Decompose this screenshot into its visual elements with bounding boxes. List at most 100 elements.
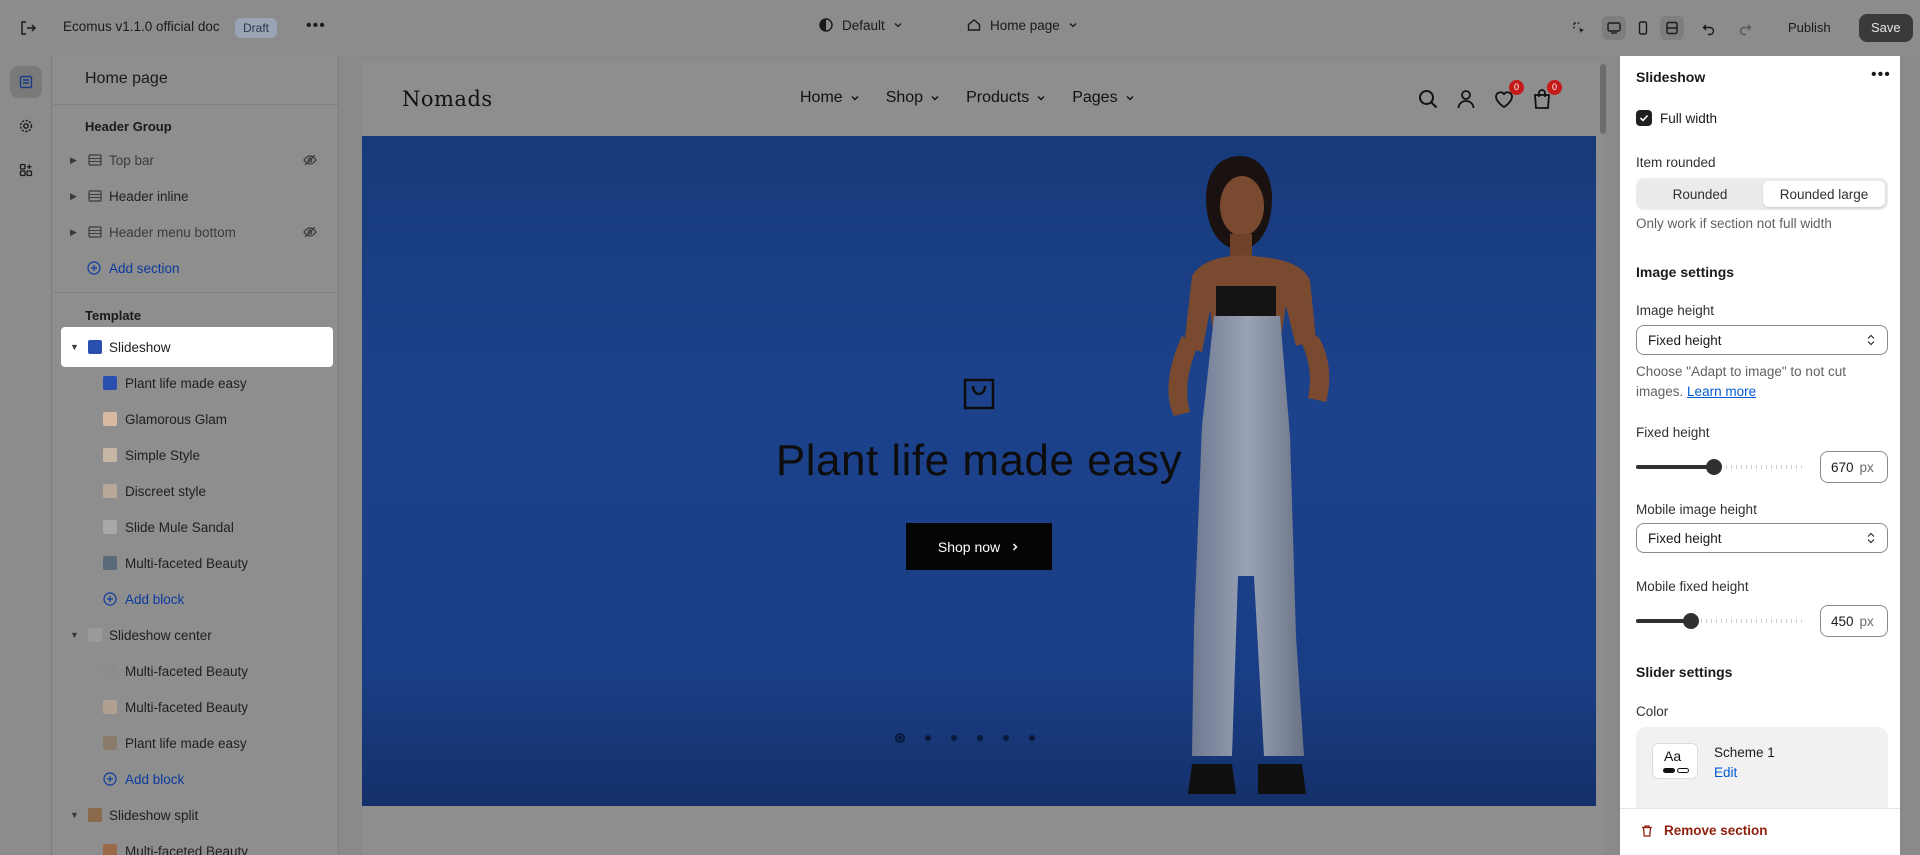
add-section-button[interactable]: Add section: [53, 251, 333, 285]
slide-pagination: [895, 733, 1035, 743]
wishlist-icon[interactable]: 0: [1493, 80, 1524, 110]
hero-slideshow[interactable]: Plant life made easy Shop now: [362, 136, 1596, 806]
input-value: 450: [1831, 613, 1854, 629]
learn-more-link[interactable]: Learn more: [1687, 384, 1756, 399]
full-width-view-icon[interactable]: [1660, 16, 1684, 40]
mobile-image-height-select[interactable]: Fixed height: [1636, 523, 1888, 553]
nav-item-pages[interactable]: Pages: [1072, 89, 1134, 107]
desktop-view-icon[interactable]: [1602, 16, 1626, 40]
template-heading: Template: [85, 308, 142, 323]
block-item[interactable]: Multi-faceted Beauty: [53, 690, 333, 724]
wishlist-count-badge: 0: [1509, 80, 1524, 95]
undo-icon[interactable]: [1697, 16, 1721, 40]
color-scheme-picker[interactable]: Aa Scheme 1 Edit: [1636, 727, 1888, 817]
slide-dot[interactable]: [925, 735, 931, 741]
fixed-height-input[interactable]: 670 px: [1820, 451, 1888, 483]
chevron-down-icon: [851, 96, 859, 101]
block-thumbnail: [103, 844, 117, 855]
shop-now-label: Shop now: [937, 538, 1001, 555]
page-label: Home page: [990, 17, 1060, 33]
scheme-edit-link[interactable]: Edit: [1714, 765, 1737, 780]
section-item-slideshow[interactable]: ▼ Slideshow: [61, 327, 333, 367]
section-item-header-inline[interactable]: ▶ Header inline: [53, 179, 333, 213]
block-item[interactable]: Slide Mule Sandal: [53, 510, 333, 544]
slide-dot[interactable]: [951, 735, 957, 741]
full-width-checkbox[interactable]: Full width: [1636, 110, 1717, 126]
select-value: Fixed height: [1648, 332, 1722, 348]
inspector-icon[interactable]: [1567, 16, 1591, 40]
full-width-label: Full width: [1660, 110, 1718, 126]
apps-icon[interactable]: [10, 154, 42, 186]
slide-dot-active[interactable]: [895, 733, 905, 743]
eye-hidden-icon[interactable]: [302, 152, 318, 168]
checkbox-checked-icon: [1636, 110, 1652, 126]
block-item[interactable]: Multi-faceted Beauty: [53, 834, 333, 855]
remove-section-button[interactable]: Remove section: [1640, 823, 1768, 838]
input-unit: px: [1859, 459, 1874, 475]
section-item-top-bar[interactable]: ▶ Top bar: [53, 143, 333, 177]
mobile-fixed-height-input[interactable]: 450 px: [1820, 605, 1888, 637]
slider-handle[interactable]: [1682, 613, 1699, 629]
plus-circle-icon: [103, 772, 117, 786]
block-item[interactable]: Plant life made easy: [53, 366, 333, 400]
image-height-select[interactable]: Fixed height: [1636, 325, 1888, 355]
search-icon[interactable]: [1417, 88, 1439, 110]
add-block-label: Add block: [125, 591, 185, 607]
more-actions-button[interactable]: •••: [306, 17, 326, 35]
theme-label: Default: [842, 17, 885, 33]
segment-rounded-large[interactable]: Rounded large: [1763, 181, 1885, 207]
add-block-button[interactable]: Add block: [53, 762, 333, 796]
nav-item-products[interactable]: Products: [966, 89, 1046, 107]
slider-handle[interactable]: [1706, 459, 1723, 475]
segment-rounded[interactable]: Rounded: [1639, 181, 1761, 207]
slide-dot[interactable]: [1003, 735, 1009, 741]
more-options-icon[interactable]: •••: [1871, 66, 1891, 84]
block-thumbnail: [103, 412, 117, 426]
preview-scrollbar[interactable]: [1600, 64, 1606, 134]
nav-item-shop[interactable]: Shop: [886, 89, 940, 107]
block-item[interactable]: Simple Style: [53, 438, 333, 472]
section-item-slideshow-split[interactable]: ▼ Slideshow split: [53, 798, 333, 832]
nav-label: Home: [800, 89, 843, 106]
scheme-secondary-swatch: [1677, 768, 1689, 773]
scheme-name: Scheme 1: [1714, 745, 1775, 760]
block-label: Simple Style: [125, 447, 201, 463]
settings-panel: Slideshow ••• Full width Item rounded Ro…: [1620, 56, 1900, 855]
block-item[interactable]: Plant life made easy: [53, 726, 333, 760]
publish-button[interactable]: Publish: [1778, 14, 1841, 42]
preview-frame: Nomads Home Shop Products Pages 0 0 Plan…: [362, 62, 1604, 855]
section-item-slideshow-center[interactable]: ▼ Slideshow center: [53, 618, 333, 652]
settings-gear-icon[interactable]: [10, 110, 42, 142]
slide-dot[interactable]: [977, 735, 983, 741]
account-icon[interactable]: [1455, 88, 1477, 110]
slider-settings-heading: Slider settings: [1636, 664, 1733, 680]
shop-now-button[interactable]: Shop now: [906, 523, 1052, 570]
block-item[interactable]: Multi-faceted Beauty: [53, 546, 333, 580]
exit-icon[interactable]: [18, 18, 38, 38]
section-label: Header inline: [109, 188, 189, 204]
mobile-fixed-height-slider[interactable]: [1636, 613, 1802, 629]
sections-icon[interactable]: [10, 66, 42, 98]
site-nav: Home Shop Products Pages: [800, 89, 1135, 107]
cart-icon[interactable]: 0: [1531, 80, 1562, 110]
site-logo[interactable]: Nomads: [402, 87, 493, 111]
block-item[interactable]: Discreet style: [53, 474, 333, 508]
home-icon: [967, 19, 981, 31]
chevron-right-icon: ▶: [70, 226, 77, 237]
plus-circle-icon: [103, 592, 117, 606]
save-button[interactable]: Save: [1859, 14, 1913, 42]
theme-selector[interactable]: Default: [818, 17, 903, 33]
image-height-help: Choose "Adapt to image" to not cut image…: [1636, 362, 1886, 402]
slide-dot[interactable]: [1029, 735, 1035, 741]
section-thumbnail: [88, 808, 102, 822]
block-item[interactable]: Multi-faceted Beauty: [53, 654, 333, 688]
mobile-view-icon[interactable]: [1631, 16, 1655, 40]
section-item-header-menu-bottom[interactable]: ▶ Header menu bottom: [53, 215, 333, 249]
nav-item-home[interactable]: Home: [800, 89, 860, 107]
eye-hidden-icon[interactable]: [302, 224, 318, 240]
redo-icon[interactable]: [1733, 16, 1757, 40]
add-block-button[interactable]: Add block: [53, 582, 333, 616]
fixed-height-slider[interactable]: [1636, 459, 1802, 475]
page-selector[interactable]: Home page: [966, 17, 1078, 33]
block-item[interactable]: Glamorous Glam: [53, 402, 333, 436]
